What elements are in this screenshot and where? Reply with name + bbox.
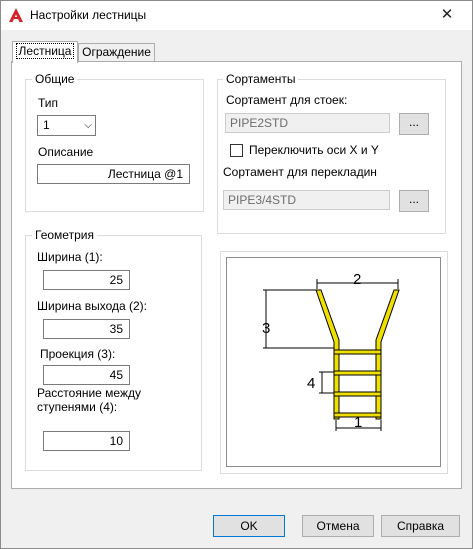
- rung-profile-label: Сортамент для перекладин: [223, 165, 377, 179]
- tab-ladder[interactable]: Лестница: [12, 41, 78, 63]
- post-profile-browse-button[interactable]: ...: [399, 113, 429, 135]
- description-label: Описание: [38, 145, 94, 159]
- diagram-label-2: 2: [353, 271, 361, 288]
- diagram-label-4: 4: [307, 375, 315, 392]
- projection-input[interactable]: 45: [43, 365, 130, 385]
- autocad-logo-icon: [9, 8, 23, 22]
- rung-profile-browse-button[interactable]: ...: [399, 190, 429, 212]
- exit-width-input[interactable]: 35: [43, 319, 130, 339]
- ladder-diagram: 2 3 4 1: [262, 271, 400, 431]
- step-spacing-label: Расстояние между ступенями (4):: [37, 386, 141, 414]
- type-label: Тип: [38, 96, 59, 110]
- rung-profile-input[interactable]: PIPE3/4STD: [223, 190, 390, 210]
- tab-railing[interactable]: Ограждение: [78, 43, 155, 62]
- exit-width-label: Ширина выхода (2):: [37, 299, 147, 313]
- diagram-label-1: 1: [354, 414, 362, 431]
- width-input[interactable]: 25: [43, 270, 130, 290]
- geometry-group-label: Геометрия: [32, 228, 97, 242]
- ok-button[interactable]: OK: [213, 515, 285, 537]
- profiles-group-label: Сортаменты: [223, 72, 299, 86]
- close-icon[interactable]: ✕: [432, 4, 462, 26]
- cancel-button[interactable]: Отмена: [302, 515, 374, 537]
- step-spacing-input[interactable]: 10: [43, 431, 130, 451]
- width-label: Ширина (1):: [37, 250, 103, 264]
- chevron-down-icon: ⌵: [84, 120, 92, 131]
- general-group-label: Общие: [32, 72, 78, 86]
- post-profile-input[interactable]: PIPE2STD: [225, 113, 390, 133]
- type-select-value: 1: [43, 118, 50, 132]
- help-button[interactable]: Справка: [381, 515, 460, 537]
- swap-axes-label: Переключить оси X и Y: [249, 143, 379, 157]
- description-input[interactable]: Лестница @1: [37, 164, 190, 184]
- tab-ladder-label: Лестница: [15, 43, 75, 59]
- window-title: Настройки лестницы: [30, 8, 147, 22]
- diagram-label-3: 3: [262, 320, 270, 337]
- post-profile-label: Сортамент для стоек:: [226, 93, 348, 107]
- swap-axes-checkbox[interactable]: [230, 144, 243, 157]
- projection-label: Проекция (3):: [40, 347, 116, 361]
- type-select[interactable]: 1 ⌵: [37, 115, 96, 136]
